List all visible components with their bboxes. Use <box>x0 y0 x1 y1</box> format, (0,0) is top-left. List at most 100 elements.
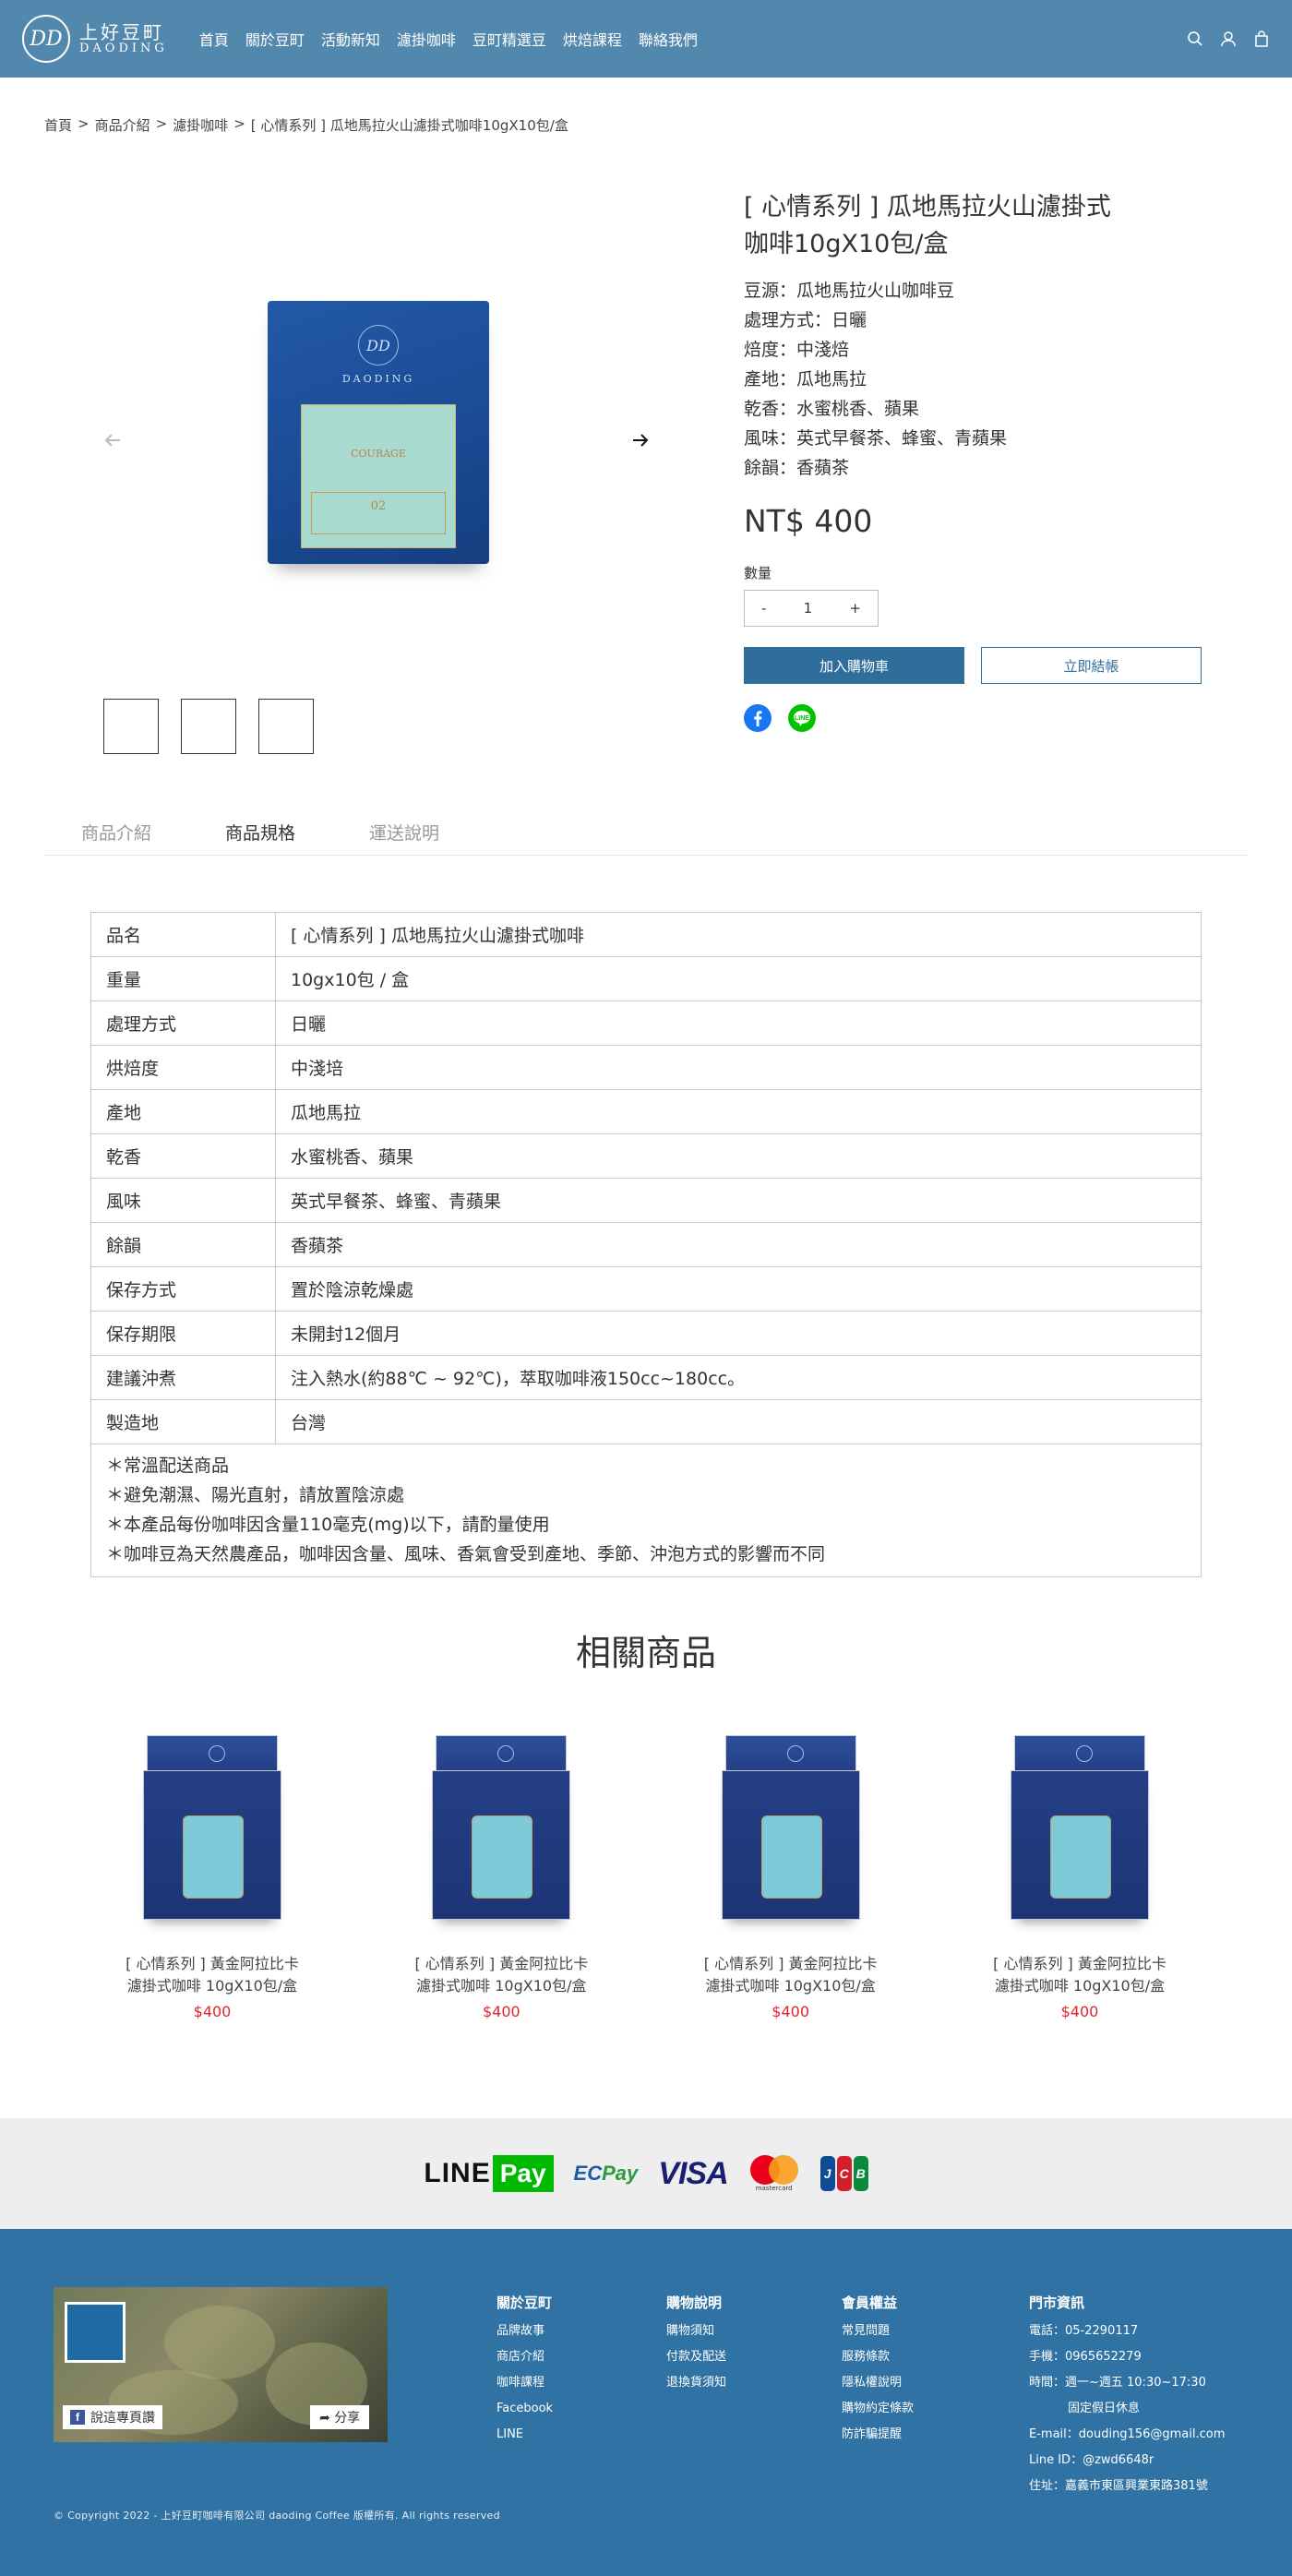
product-title-line1: [ 心情系列 ] 瓜地馬拉火山濾掛式 <box>744 193 1111 222</box>
share-icon: ➦ <box>319 2411 335 2426</box>
user-icon[interactable] <box>1220 30 1237 47</box>
product-card-price: $400 <box>1060 2003 1099 2020</box>
ecpay-logo: ECPay <box>573 2162 639 2185</box>
facebook-page-avatar[interactable] <box>65 2302 126 2363</box>
product-card-name[interactable]: [ 心情系列 ] 黃金阿拉比卡 濾掛式咖啡 10gX10包/盒 <box>671 1953 911 1997</box>
tab-product-specs[interactable]: 商品規格 <box>225 808 295 855</box>
product-card-image[interactable] <box>432 1735 571 1929</box>
breadcrumb-separator: > <box>78 115 90 132</box>
breadcrumb-separator: > <box>233 115 245 132</box>
nav-home[interactable]: 首頁 <box>199 28 229 50</box>
footer-link[interactable]: 商店介紹 <box>496 2350 544 2364</box>
facebook-share-button[interactable]: ➦ 分享 <box>310 2405 370 2429</box>
product-card[interactable]: [ 心情系列 ] 黃金阿拉比卡 濾掛式咖啡 10gX10包/盒 $400 <box>92 1735 332 2020</box>
add-to-cart-button[interactable]: 加入購物車 <box>744 647 964 684</box>
nav-selected-beans[interactable]: 豆町精選豆 <box>473 28 546 50</box>
line-icon[interactable]: LINE <box>788 704 816 736</box>
product-tabs: 商品介紹 商品規格 運送說明 <box>44 808 1248 856</box>
spec-table: 品名[ 心情系列 ] 瓜地馬拉火山濾掛式咖啡 重量 10gx10包 / 盒 處理方… <box>90 912 1202 1444</box>
quantity-increment-button[interactable]: + <box>849 600 861 617</box>
breadcrumb: 首頁 > 商品介紹 > 濾掛咖啡 > [ 心情系列 ] 瓜地馬拉火山濾掛式咖啡1… <box>44 115 568 135</box>
spec-value: 英式早餐茶、蜂蜜、青蘋果 <box>275 1178 1202 1223</box>
facebook-page-widget[interactable]: f 說這專頁讚 ➦ 分享 <box>54 2287 388 2442</box>
facebook-like-label: 說這專頁讚 <box>90 2411 155 2426</box>
nav-roasting-course[interactable]: 烘焙課程 <box>563 28 622 50</box>
product-card-name[interactable]: [ 心情系列 ] 黃金阿拉比卡 濾掛式咖啡 10gX10包/盒 <box>381 1953 621 1997</box>
breadcrumb-drip-coffee[interactable]: 濾掛咖啡 <box>173 115 228 135</box>
footer-col-title: 門市資訊 <box>1029 2294 1085 2311</box>
site-logo[interactable]: DD 上好豆町 DAODING <box>22 15 168 63</box>
facebook-like-button[interactable]: f 說這專頁讚 <box>63 2405 162 2429</box>
footer-link[interactable]: 咖啡課程 <box>496 2376 544 2390</box>
spec-value: [ 心情系列 ] 瓜地馬拉火山濾掛式咖啡 <box>275 912 1202 957</box>
breadcrumb-products[interactable]: 商品介紹 <box>95 115 150 135</box>
arrow-left-icon[interactable] <box>102 429 124 455</box>
linepay-line-text: LINE <box>424 2158 491 2188</box>
table-row: 風味 英式早餐茶、蜂蜜、青蘋果 <box>90 1178 1202 1223</box>
product-card[interactable]: [ 心情系列 ] 黃金阿拉比卡 濾掛式咖啡 10gX10包/盒 $400 <box>960 1735 1200 2020</box>
spec-key: 產地 <box>90 1089 276 1134</box>
note-line: ＊常溫配送商品 <box>106 1456 230 1476</box>
table-row: 處理方式 日曬 <box>90 1000 1202 1046</box>
jcb-logo: J C B <box>819 2156 868 2191</box>
product-card[interactable]: [ 心情系列 ] 黃金阿拉比卡 濾掛式咖啡 10gX10包/盒 $400 <box>671 1735 911 2020</box>
nav-drip-coffee[interactable]: 濾掛咖啡 <box>397 28 456 50</box>
spec-value: 台灣 <box>275 1399 1202 1444</box>
tab-shipping[interactable]: 運送說明 <box>369 808 439 855</box>
footer-link[interactable]: 品牌故事 <box>496 2324 544 2338</box>
nav-news[interactable]: 活動新知 <box>321 28 380 50</box>
footer-link[interactable]: 退換貨須知 <box>666 2376 726 2390</box>
footer-link[interactable]: 隱私權說明 <box>842 2376 902 2390</box>
spec-value: 注入熱水(約88℃ ~ 92℃)，萃取咖啡液150cc~180cc。 <box>275 1355 1202 1400</box>
related-products: [ 心情系列 ] 黃金阿拉比卡 濾掛式咖啡 10gX10包/盒 $400 [ 心情… <box>92 1735 1200 2020</box>
footer-col-title: 會員權益 <box>842 2294 898 2311</box>
thumbnail[interactable] <box>103 699 159 754</box>
footer-link[interactable]: 服務條款 <box>842 2350 890 2364</box>
product-card-name[interactable]: [ 心情系列 ] 黃金阿拉比卡 濾掛式咖啡 10gX10包/盒 <box>92 1953 332 1997</box>
spec-key: 重量 <box>90 956 276 1001</box>
spec-value: 10gx10包 / 盒 <box>275 956 1202 1001</box>
logo-en: DAODING <box>79 41 168 55</box>
spec-value: 未開封12個月 <box>275 1311 1202 1356</box>
product-card-name[interactable]: [ 心情系列 ] 黃金阿拉比卡 濾掛式咖啡 10gX10包/盒 <box>960 1953 1200 1997</box>
product-info: [ 心情系列 ] 瓜地馬拉火山濾掛式 咖啡10gX10包/盒 豆源：瓜地馬拉火山… <box>744 189 1202 736</box>
buy-now-button[interactable]: 立即結帳 <box>981 647 1202 684</box>
footer-link[interactable]: 購物須知 <box>666 2324 714 2338</box>
facebook-icon[interactable] <box>744 704 772 736</box>
product-card-image[interactable] <box>721 1735 860 1929</box>
quantity-label: 數量 <box>744 565 772 581</box>
product-card[interactable]: [ 心情系列 ] 黃金阿拉比卡 濾掛式咖啡 10gX10包/盒 $400 <box>381 1735 621 2020</box>
product-card-image[interactable] <box>1010 1735 1149 1929</box>
tab-product-intro[interactable]: 商品介紹 <box>81 808 151 855</box>
site-header: DD 上好豆町 DAODING 首頁 關於豆町 活動新知 濾掛咖啡 豆町精選豆 … <box>0 0 1292 78</box>
footer-link[interactable]: 付款及配送 <box>666 2350 726 2364</box>
spec-line: 焙度：中淺焙 <box>744 340 850 360</box>
spec-value: 日曬 <box>275 1000 1202 1046</box>
arrow-right-icon[interactable] <box>629 429 652 455</box>
footer-link[interactable]: Facebook <box>496 2402 553 2415</box>
product-card-image[interactable] <box>143 1735 281 1929</box>
share-icons: LINE <box>744 704 1202 736</box>
footer-link[interactable]: 購物約定條款 <box>842 2402 914 2415</box>
thumbnail[interactable] <box>258 699 314 754</box>
search-icon[interactable] <box>1187 30 1203 47</box>
product-notes: ＊常溫配送商品 ＊避免潮濕、陽光直射，請放置陰涼處 ＊本產品每份咖啡因含量110… <box>90 1444 1202 1577</box>
spec-value: 瓜地馬拉 <box>275 1089 1202 1134</box>
spec-key: 品名 <box>90 912 276 957</box>
quantity-decrement-button[interactable]: - <box>761 600 766 617</box>
spec-value: 中淺培 <box>275 1045 1202 1090</box>
footer-link[interactable]: 防詐騙提醒 <box>842 2427 902 2441</box>
table-row: 產地 瓜地馬拉 <box>90 1089 1202 1134</box>
cart-icon[interactable] <box>1253 30 1270 47</box>
note-line: ＊咖啡豆為天然農產品，咖啡因含量、風味、香氣會受到產地、季節、沖泡方式的影響而不… <box>106 1544 826 1564</box>
breadcrumb-home[interactable]: 首頁 <box>44 115 72 135</box>
thumbnail[interactable] <box>181 699 236 754</box>
note-line: ＊本產品每份咖啡因含量110毫克(mg)以下，請酌量使用 <box>106 1515 550 1535</box>
spec-key: 建議沖煮 <box>90 1355 276 1400</box>
nav-about[interactable]: 關於豆町 <box>245 28 305 50</box>
footer-link[interactable]: LINE <box>496 2427 523 2441</box>
spec-value: 置於陰涼乾燥處 <box>275 1266 1202 1312</box>
quantity-value[interactable]: 1 <box>804 600 813 617</box>
nav-contact[interactable]: 聯絡我們 <box>639 28 698 50</box>
footer-link[interactable]: 常見問題 <box>842 2324 890 2338</box>
